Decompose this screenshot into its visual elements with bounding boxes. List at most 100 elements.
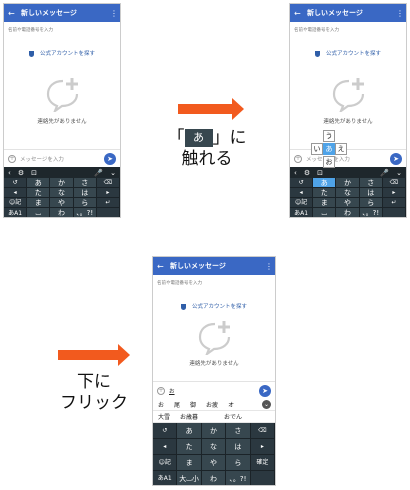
add-icon[interactable]: + [157, 386, 165, 395]
message-input[interactable]: お [169, 387, 259, 395]
mode-key[interactable]: あA1 [290, 208, 314, 217]
key-na[interactable]: な [201, 439, 227, 455]
flick-up-key[interactable]: う [323, 130, 335, 142]
key-ma[interactable]: ま [27, 198, 51, 208]
message-input[interactable]: メッセージを入力 [306, 155, 390, 163]
key-ya[interactable]: や [201, 455, 227, 471]
punctuation-key[interactable]: 、。?! [73, 208, 97, 217]
key-sa[interactable]: さ [359, 178, 383, 188]
chevron-down-icon[interactable]: ⌄ [262, 400, 271, 409]
back-icon[interactable]: ← [8, 9, 18, 18]
key-ta[interactable]: た [27, 188, 51, 198]
candidate-item[interactable]: おでん [224, 412, 242, 421]
chevron-down-icon[interactable]: ⌄ [396, 169, 402, 177]
message-input[interactable]: メッセージを入力 [20, 155, 104, 163]
cursor-left-key[interactable]: ◂ [290, 188, 314, 198]
emoji-key[interactable]: ☺記 [290, 198, 314, 208]
key-ra[interactable]: ら [359, 198, 383, 208]
key-a-pressed[interactable]: あ [313, 178, 337, 188]
official-account-link[interactable]: 公式アカウントを探す [4, 49, 120, 57]
enter-key[interactable]: ↵ [96, 198, 120, 208]
send-icon[interactable]: ➤ [104, 152, 116, 165]
enter-key-lower[interactable] [382, 208, 406, 217]
clipboard-icon[interactable]: ⊡ [317, 169, 323, 177]
flick-right-key[interactable]: え [335, 143, 347, 155]
mode-key[interactable]: あA1 [4, 208, 28, 217]
key-na[interactable]: な [50, 188, 74, 198]
emoji-key[interactable]: ☺記 [4, 198, 28, 208]
chevron-left-icon[interactable]: ‹ [8, 169, 11, 177]
send-icon[interactable]: ➤ [390, 152, 402, 165]
clipboard-icon[interactable]: ⊡ [31, 169, 37, 177]
key-na[interactable]: な [336, 188, 360, 198]
add-icon[interactable]: + [8, 154, 16, 163]
back-icon[interactable]: ← [294, 9, 304, 18]
key-ha[interactable]: は [73, 188, 97, 198]
mic-icon[interactable]: 🎤 [380, 169, 389, 177]
more-vert-icon[interactable]: ⋮ [265, 262, 273, 271]
enter-key[interactable]: ↵ [382, 198, 406, 208]
punctuation-key[interactable]: 、。?! [359, 208, 383, 217]
recipient-input[interactable]: 名前や電話番号を入力 [157, 280, 202, 286]
key-ra[interactable]: ら [73, 198, 97, 208]
undo-key[interactable]: ↺ [290, 178, 314, 188]
key-ka[interactable]: か [201, 423, 227, 439]
cursor-left-key[interactable]: ◂ [153, 439, 178, 455]
more-vert-icon[interactable]: ⋮ [396, 9, 404, 18]
emoji-key[interactable]: ☺記 [153, 455, 178, 471]
undo-key[interactable]: ↺ [4, 178, 28, 188]
more-vert-icon[interactable]: ⋮ [110, 9, 118, 18]
key-ya[interactable]: や [50, 198, 74, 208]
key-ma[interactable]: ま [177, 455, 202, 471]
candidate-item[interactable]: お歳暮 [180, 412, 198, 421]
key-ka[interactable]: か [50, 178, 74, 188]
backspace-key[interactable]: ⌫ [250, 423, 275, 439]
candidate-item[interactable]: オ [228, 400, 234, 409]
back-icon[interactable]: ← [157, 262, 167, 271]
gear-icon[interactable]: ⚙ [304, 169, 310, 177]
key-ta[interactable]: た [177, 439, 202, 455]
space-key[interactable]: ⌴ [27, 208, 51, 217]
gear-icon[interactable]: ⚙ [18, 169, 24, 177]
recipient-input[interactable]: 名前や電話番号を入力 [8, 27, 53, 33]
cursor-right-key[interactable]: ▸ [250, 439, 275, 455]
backspace-key[interactable]: ⌫ [382, 178, 406, 188]
mic-icon[interactable]: 🎤 [94, 169, 103, 177]
backspace-key[interactable]: ⌫ [96, 178, 120, 188]
flick-left-key[interactable]: い [311, 143, 323, 155]
key-ha[interactable]: は [359, 188, 383, 198]
key-wa[interactable]: わ [201, 471, 227, 485]
official-account-link[interactable]: 公式アカウントを探す [290, 49, 406, 57]
key-a[interactable]: あ [177, 423, 202, 439]
chevron-left-icon[interactable]: ‹ [294, 169, 297, 177]
cursor-right-key[interactable]: ▸ [96, 188, 120, 198]
key-wa[interactable]: わ [336, 208, 360, 217]
enter-key-lower[interactable] [96, 208, 120, 217]
undo-key[interactable]: ↺ [153, 423, 178, 439]
add-icon[interactable]: + [294, 154, 302, 163]
flick-down-key[interactable]: お [323, 156, 335, 168]
recipient-input[interactable]: 名前や電話番号を入力 [294, 27, 339, 33]
candidate-item[interactable]: 御 [190, 400, 196, 409]
cursor-right-key[interactable]: ▸ [382, 188, 406, 198]
space-key[interactable]: ⌴ [313, 208, 337, 217]
candidate-item[interactable]: 尾 [174, 400, 180, 409]
mode-key[interactable]: あA1 [153, 471, 178, 485]
confirm-key[interactable]: 確定 [250, 455, 275, 471]
official-account-link[interactable]: 公式アカウントを探す [153, 302, 275, 310]
candidate-item[interactable]: 大雪 [158, 412, 170, 421]
key-ka[interactable]: か [336, 178, 360, 188]
send-icon[interactable]: ➤ [259, 384, 271, 397]
key-ta[interactable]: た [313, 188, 337, 198]
candidate-item[interactable]: お [158, 400, 164, 409]
key-ma[interactable]: ま [313, 198, 337, 208]
key-a[interactable]: あ [27, 178, 51, 188]
space-key[interactable]: 大⌴小 [177, 471, 202, 485]
key-ra[interactable]: ら [226, 455, 251, 471]
flick-center-key[interactable]: あ [323, 143, 335, 155]
cursor-left-key[interactable]: ◂ [4, 188, 28, 198]
key-sa[interactable]: さ [226, 423, 251, 439]
candidate-item[interactable]: お疲 [206, 400, 218, 409]
punctuation-key[interactable]: 、。?! [226, 471, 251, 485]
key-ha[interactable]: は [226, 439, 251, 455]
